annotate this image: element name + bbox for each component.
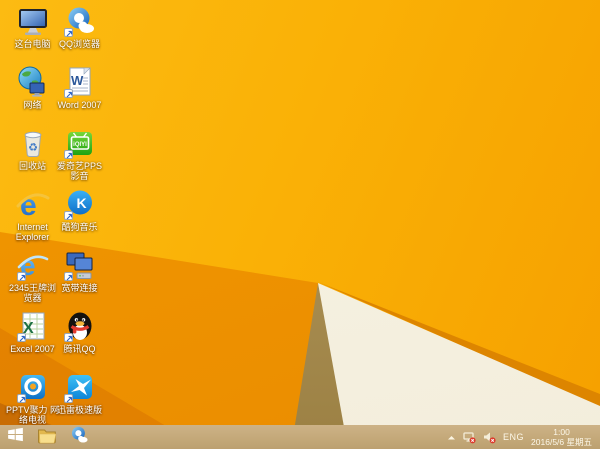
system-tray: ENG 1:00 2016/5/6 星期五 [447, 427, 600, 447]
desktop-icon-label: 回收站 [18, 161, 46, 171]
desktop-icon-label: Excel 2007 [10, 344, 55, 354]
desktop-icon-label: 腾讯QQ [63, 344, 96, 354]
taskbar: ENG 1:00 2016/5/6 星期五 [0, 425, 600, 449]
shortcut-arrow-icon [63, 211, 73, 220]
desktop-icon-label: PPTV聚力 网络电视 [5, 405, 59, 425]
shortcut-arrow-icon [63, 150, 73, 159]
language-indicator[interactable]: ENG [503, 432, 524, 442]
broadband-connection-icon [63, 248, 97, 282]
volume-muted-icon[interactable] [483, 431, 496, 444]
desktop-icon-qq-browser[interactable]: QQ浏览器 [56, 4, 103, 65]
desktop-icon-excel-2007[interactable]: X Excel 2007 [9, 309, 56, 370]
desktop-icon-label: QQ浏览器 [58, 39, 100, 49]
excel-icon: X [16, 309, 50, 343]
desktop-icon-label: Internet Explorer [15, 222, 50, 242]
tencent-qq-icon [63, 309, 97, 343]
file-explorer-button[interactable] [34, 425, 60, 449]
windows-logo-icon [7, 426, 24, 448]
shortcut-arrow-icon [63, 394, 73, 403]
clock-date: 2016/5/6 星期五 [531, 437, 592, 447]
internet-explorer-icon: e [16, 187, 50, 221]
desktop-icon-label: 这台电脑 [14, 39, 51, 49]
desktop-icon-this-pc[interactable]: 这台电脑 [9, 4, 56, 65]
desktop-icon-kugou-music[interactable]: K 酷狗音乐 [56, 187, 103, 248]
qq-browser-icon [63, 4, 97, 38]
shortcut-arrow-icon [63, 89, 73, 98]
desktop-icon-recycle-bin[interactable]: ♻ 回收站 [9, 126, 56, 187]
desktop-icon-tencent-qq[interactable]: 腾讯QQ [56, 309, 103, 370]
svg-text:♻: ♻ [28, 142, 38, 154]
clock[interactable]: 1:00 2016/5/6 星期五 [531, 427, 594, 447]
iqiyi-pps-icon: iQIYI [63, 126, 97, 160]
network-disconnected-icon[interactable] [463, 431, 476, 444]
show-hidden-icons-icon[interactable] [447, 431, 456, 444]
desktop-icon-label: 网络 [23, 100, 42, 110]
computer-icon [16, 4, 50, 38]
clock-time: 1:00 [553, 427, 570, 437]
desktop-icon-internet-explorer[interactable]: e Internet Explorer [9, 187, 56, 248]
desktop-icon-label: 迅雷极速版 [56, 405, 102, 415]
shortcut-arrow-icon [63, 28, 73, 37]
folder-icon [37, 426, 57, 449]
qq-browser-icon [69, 425, 89, 449]
desktop-icon-2345-browser[interactable]: e 2345王牌浏览器 [9, 248, 56, 309]
start-button[interactable] [2, 425, 28, 449]
qq-browser-button[interactable] [66, 425, 92, 449]
thunder-icon [63, 370, 97, 404]
pptv-icon [16, 370, 50, 404]
desktop-icon-label: 酷狗音乐 [61, 222, 98, 232]
desktop-icon-label: 爱奇艺PPS 影音 [56, 161, 102, 181]
desktop-icon-label: 2345王牌浏览器 [8, 283, 57, 303]
shortcut-arrow-icon [63, 333, 73, 342]
svg-text:K: K [76, 195, 86, 211]
desktop-icon-word-2007[interactable]: W Word 2007 [56, 65, 103, 126]
desktop-icon-network[interactable]: 网络 [9, 65, 56, 126]
shortcut-arrow-icon [16, 394, 26, 403]
network-icon [16, 65, 50, 99]
svg-text:iQIYI: iQIYI [73, 142, 87, 148]
shortcut-arrow-icon [16, 333, 26, 342]
shortcut-arrow-icon [63, 272, 73, 281]
shortcut-arrow-icon [16, 272, 26, 281]
recycle-bin-icon: ♻ [16, 126, 50, 160]
desktop-icon-iqiyi-pps[interactable]: iQIYI 爱奇艺PPS 影音 [56, 126, 103, 187]
kugou-music-icon: K [63, 187, 97, 221]
desktop-icon-pptv[interactable]: PPTV聚力 网络电视 [6, 370, 59, 431]
desktop-icon-label: Word 2007 [57, 100, 102, 110]
2345-browser-icon: e [16, 248, 50, 282]
svg-text:W: W [71, 73, 84, 88]
desktop-icon-thunder[interactable]: 迅雷极速版 [56, 370, 103, 431]
word-icon: W [63, 65, 97, 99]
desktop-icon-grid: 这台电脑 QQ浏览器 网络 W Word 2007 ♻ 回收站 iQIYI 爱奇… [6, 4, 103, 431]
desktop-icon-broadband[interactable]: 宽带连接 [56, 248, 103, 309]
desktop-icon-label: 宽带连接 [61, 283, 98, 293]
